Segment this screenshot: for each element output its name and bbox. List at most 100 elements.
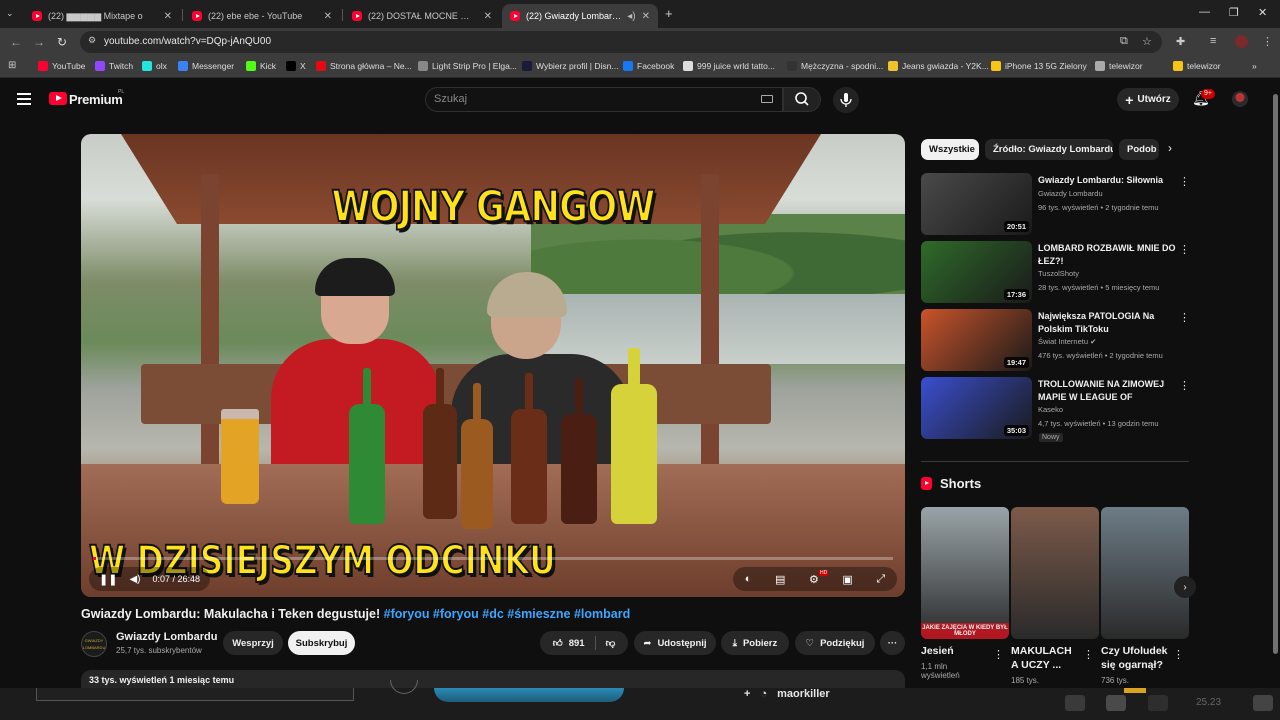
search-button[interactable] [783,87,821,112]
media-control-icon[interactable]: ≡ [1210,35,1216,47]
bookmark-item[interactable]: iPhone 13 5G Zielony [991,61,1087,71]
extensions-icon[interactable]: ✚ [1176,35,1185,48]
bookmark-item[interactable]: 999 juice wrld tatto... [683,61,775,71]
more-actions-button[interactable]: ··· [880,631,905,655]
more-options-icon[interactable]: ⋮ [1179,243,1190,256]
url-text[interactable]: youtube.com/watch?v=DQp-jAnQU00 [104,36,271,47]
bookmark-item[interactable]: Strona główna – Ne... [316,61,412,71]
taskbar-user[interactable]: + ◔ maorkiller [744,688,830,700]
video-title[interactable]: LOMBARD ROZBAWIŁ MNIE DO ŁEZ?! [1038,242,1176,267]
fullscreen-icon[interactable]: ⤢ [876,573,885,586]
subtitles-icon[interactable]: ▤ [775,573,785,586]
create-button[interactable]: + Utwórz [1117,88,1179,111]
video-player[interactable]: WOJNY GANGOW W DZISIEJSZYM ODCINKU ❚❚ ◀)… [81,134,905,597]
bookmark-item[interactable]: telewizor [1095,61,1143,71]
channel-name[interactable]: TuszolShoty [1038,269,1079,278]
forward-icon[interactable]: → [33,35,45,49]
recommended-video[interactable]: 19:47 Największa PATOLOGIA Na Polskim Tik… [921,309,1191,373]
reload-icon[interactable]: ↻ [57,35,67,49]
restore-icon[interactable]: ❐ [1229,6,1239,19]
bookmark-item[interactable]: Mężczyzna - spodni... [787,61,883,71]
recommended-video[interactable]: 17:36 LOMBARD ROZBAWIŁ MNIE DO ŁEZ?! Tuszo… [921,241,1191,305]
chevron-right-icon[interactable]: › [1168,141,1172,155]
like-count[interactable]: 891 [569,638,585,649]
chip-all[interactable]: Wszystkie [921,139,979,160]
short-thumbnail[interactable] [1101,507,1189,639]
browser-tab[interactable]: (22) ebe ebe - YouTube ✕ [184,4,340,28]
video-hashtags[interactable]: #foryou #foryou #dc #śmieszne #lombard [384,607,631,621]
share-button[interactable]: ➦ Udostępnij [634,631,716,655]
volume-icon[interactable]: ◀) [129,574,140,585]
channel-name[interactable]: Kaseko [1038,405,1063,414]
video-title[interactable]: Największa PATOLOGIA Na Polskim TikToku [1038,310,1176,335]
video-title[interactable]: Gwiazdy Lombardu: Siłownia [1038,174,1176,187]
settings-gear-icon[interactable]: ⚙ [809,573,819,586]
close-tab-icon[interactable]: ✕ [324,11,332,22]
shorts-next-arrow-icon[interactable]: › [1174,576,1196,598]
thanks-button[interactable]: ♡ Podziękuj [795,631,875,655]
support-button[interactable]: Wesprzyj [223,631,283,655]
video-progress-bar[interactable] [93,557,893,560]
tab-search-icon[interactable]: ⌄ [6,8,14,19]
miniplayer-icon[interactable]: ▣ [842,573,852,586]
page-scrollbar[interactable] [1271,80,1280,688]
more-options-icon[interactable]: ⋮ [1173,648,1184,661]
bookmark-item[interactable]: Wybierz profil | Disn... [522,61,618,71]
guide-menu-icon[interactable] [17,93,31,108]
browser-tab[interactable]: (22) DOSTAŁ MOCNE WEZWAN ✕ [344,4,500,28]
keyboard-icon[interactable] [761,95,773,103]
bookmark-item[interactable]: telewizor [1173,61,1221,71]
browser-tab[interactable]: (22) ▆▆▆▆▆ Mixtape o ✕ [24,4,180,28]
voice-search-button[interactable] [833,87,859,113]
close-tab-icon[interactable]: ✕ [484,11,492,22]
video-thumbnail[interactable]: 17:36 [921,241,1032,303]
download-button[interactable]: ⤓ Pobierz [721,631,789,655]
channel-name[interactable]: Świat Internetu ✔ [1038,337,1096,346]
video-thumbnail[interactable]: 19:47 [921,309,1032,371]
bookmark-item[interactable]: Facebook [623,61,674,71]
profile-avatar[interactable] [1235,35,1248,48]
more-options-icon[interactable]: ⋮ [1179,379,1190,392]
more-options-icon[interactable]: ⋮ [1083,648,1094,661]
bookmarks-overflow-icon[interactable]: » [1252,61,1257,71]
subscribe-button[interactable]: Subskrybuj [288,631,355,655]
close-tab-icon[interactable]: ✕ [164,11,172,22]
taskbar-app-icon[interactable] [1106,695,1126,711]
more-options-icon[interactable]: ⋮ [993,648,1004,661]
like-icon[interactable]: 👍︎ [553,637,563,649]
recommended-video[interactable]: 35:03 TROLLOWANIE NA ZIMOWEJ MAPIE W LEAG… [921,377,1191,441]
short-title[interactable]: Czy Ufoludek się ogarnął? [1101,644,1171,672]
short-thumbnail[interactable] [1011,507,1099,639]
bookmark-item[interactable]: Messenger [178,61,234,71]
video-thumbnail[interactable]: 20:51 [921,173,1032,235]
recommended-video[interactable]: 20:51 Gwiazdy Lombardu: Siłownia Gwiazdy L… [921,173,1191,237]
bookmark-item[interactable]: olx [142,61,167,71]
scrollbar-thumb[interactable] [1273,94,1278,654]
video-title[interactable]: TROLLOWANIE NA ZIMOWEJ MAPIE W LEAGUE OF… [1038,378,1176,403]
premium-logo-text[interactable]: Premium [69,92,123,107]
short-title[interactable]: Jesień [921,644,981,658]
menu-icon[interactable]: ⋮ [1262,35,1273,48]
channel-avatar[interactable]: GWIAZDY LOMBARDU [81,631,107,657]
dislike-icon[interactable]: 👎︎ [606,637,616,649]
video-thumbnail[interactable]: 35:03 [921,377,1032,439]
bookmark-item[interactable]: Light Strip Pro | Elga... [418,61,517,71]
bookmark-item[interactable]: YouTube [38,61,85,71]
settings-taskbar-icon[interactable] [1253,695,1273,711]
close-window-icon[interactable]: ✕ [1258,6,1267,19]
channel-name[interactable]: Gwiazdy Lombardu [1038,189,1103,198]
bookmark-star-icon[interactable]: ☆ [1142,35,1152,48]
autoplay-toggle-icon[interactable]: ◐ [745,573,752,585]
taskbar-search-box[interactable] [36,688,354,701]
browser-tab-active[interactable]: (22) Gwiazdy Lombardu: M ◂) ✕ [502,4,658,28]
youtube-logo-icon[interactable] [49,92,67,105]
pause-icon[interactable]: ❚❚ [99,573,117,586]
speaker-icon[interactable]: ◂) [627,11,635,22]
short-title[interactable]: MAKULACH A UCZY ... [1011,644,1081,672]
chat-icon[interactable] [1065,695,1085,711]
close-tab-icon[interactable]: ✕ [642,11,650,22]
new-tab-button[interactable]: + [665,6,673,21]
more-options-icon[interactable]: ⋮ [1179,311,1190,324]
chip-source-channel[interactable]: Źródło: Gwiazdy Lombardu [985,139,1113,160]
account-avatar[interactable] [1232,91,1248,107]
